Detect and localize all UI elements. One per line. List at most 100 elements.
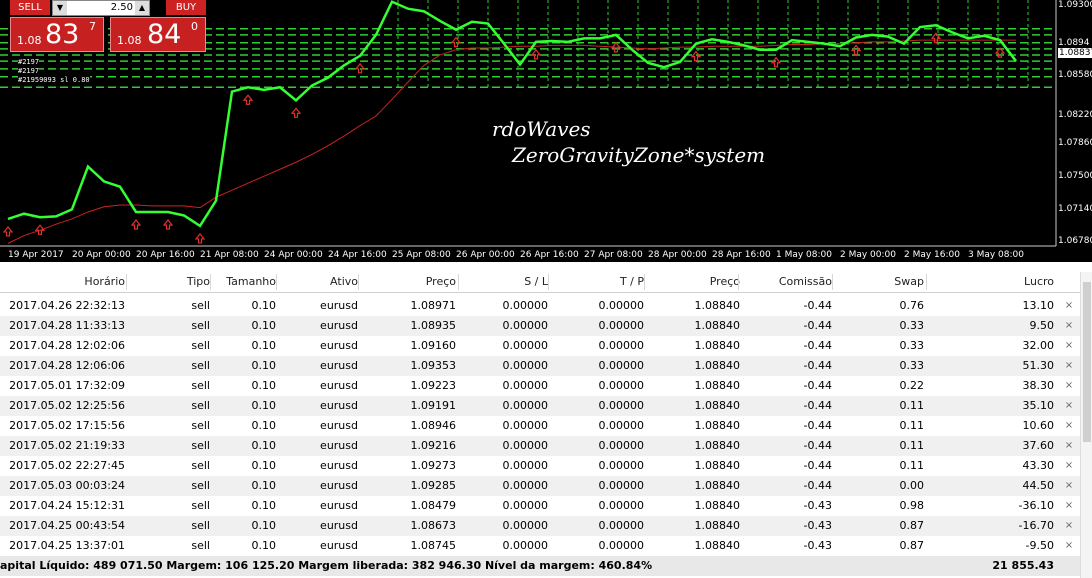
arrow-icon-5: [242, 94, 254, 105]
column-separator[interactable]: [644, 274, 645, 290]
table-row[interactable]: 2017.05.01 17:32:09 sell 0.10 eurusd 1.09223…: [0, 376, 1080, 396]
order-tag-label: #21959093 sl 0.80: [18, 76, 90, 84]
cell-take-profit: 0.00000: [598, 359, 645, 372]
close-order-icon[interactable]: ×: [1063, 476, 1075, 496]
column-header-take-profit[interactable]: T / P: [550, 272, 644, 292]
scrollbar-thumb[interactable]: [1083, 282, 1091, 442]
lot-size-value[interactable]: 2.50: [111, 1, 133, 15]
column-separator[interactable]: [210, 274, 211, 290]
column-header-profit[interactable]: Lucro: [928, 272, 1054, 292]
cell-profit: 35.10: [1022, 399, 1055, 412]
cell-size: 0.10: [251, 399, 277, 412]
column-header-commission[interactable]: Comissão: [740, 272, 832, 292]
table-row[interactable]: 2017.04.24 15:12:31 sell 0.10 eurusd 1.08479…: [0, 496, 1080, 516]
column-separator[interactable]: [358, 274, 359, 290]
time-axis-label: 24 Apr 00:00: [264, 250, 323, 260]
cell-swap: 0.11: [899, 419, 925, 432]
column-header-symbol[interactable]: Ativo: [278, 272, 358, 292]
table-row[interactable]: 2017.04.26 22:32:13 sell 0.10 eurusd 1.08971…: [0, 296, 1080, 316]
lot-size-field[interactable]: ▼ 2.50 ▲: [52, 0, 150, 16]
lot-decrease-icon[interactable]: ▼: [53, 1, 67, 15]
cell-commission: -0.44: [803, 399, 832, 412]
table-row[interactable]: 2017.04.25 00:43:54 sell 0.10 eurusd 1.08673…: [0, 516, 1080, 536]
table-row[interactable]: 2017.05.02 22:27:45 sell 0.10 eurusd 1.09273…: [0, 456, 1080, 476]
cell-size: 0.10: [251, 539, 277, 552]
table-row[interactable]: 2017.04.25 13:37:01 sell 0.10 eurusd 1.08745…: [0, 536, 1080, 556]
column-header-size[interactable]: Tamanho: [212, 272, 276, 292]
cell-profit: -36.10: [1018, 499, 1054, 512]
sell-quote-button[interactable]: 1.08 83 7: [10, 17, 104, 52]
cell-time: 2017.05.02 12:25:56: [9, 399, 125, 412]
cell-symbol: eurusd: [320, 419, 358, 432]
one-click-trading-panel: SELL ▼ 2.50 ▲ BUY 1.08 83 7 1.08 84 0: [10, 0, 206, 52]
cell-type: sell: [191, 379, 210, 392]
cell-time: 2017.04.28 11:33:13: [9, 319, 125, 332]
column-separator[interactable]: [832, 274, 833, 290]
watermark-line1: rdoWaves: [492, 117, 591, 141]
cell-commission: -0.44: [803, 419, 832, 432]
column-separator[interactable]: [276, 274, 277, 290]
price-axis-label: 1.0894: [1058, 38, 1090, 48]
cell-take-profit: 0.00000: [598, 319, 645, 332]
column-header-time[interactable]: Horário: [0, 272, 125, 292]
cell-profit: 9.50: [1029, 319, 1055, 332]
cell-current-price: 1.08840: [694, 299, 741, 312]
buy-button[interactable]: BUY: [166, 0, 206, 15]
cell-take-profit: 0.00000: [598, 339, 645, 352]
close-order-icon[interactable]: ×: [1063, 436, 1075, 456]
close-order-icon[interactable]: ×: [1063, 456, 1075, 476]
column-header-type[interactable]: Tipo: [128, 272, 210, 292]
close-order-icon[interactable]: ×: [1063, 296, 1075, 316]
close-order-icon[interactable]: ×: [1063, 416, 1075, 436]
time-axis-label: 28 Apr 16:00: [712, 250, 771, 260]
time-axis-label: 21 Apr 08:00: [200, 250, 259, 260]
cell-symbol: eurusd: [320, 459, 358, 472]
cell-time: 2017.05.02 17:15:56: [9, 419, 125, 432]
cell-type: sell: [191, 499, 210, 512]
column-header-swap[interactable]: Swap: [834, 272, 924, 292]
table-row[interactable]: 2017.04.28 11:33:13 sell 0.10 eurusd 1.08935…: [0, 316, 1080, 336]
lot-increase-icon[interactable]: ▲: [135, 1, 149, 15]
cell-profit: 10.60: [1022, 419, 1055, 432]
close-order-icon[interactable]: ×: [1063, 316, 1075, 336]
cell-profit: 37.60: [1022, 439, 1055, 452]
cell-symbol: eurusd: [320, 359, 358, 372]
cell-time: 2017.04.25 00:43:54: [9, 519, 125, 532]
close-order-icon[interactable]: ×: [1063, 336, 1075, 356]
sell-button[interactable]: SELL: [10, 0, 50, 15]
close-order-icon[interactable]: ×: [1063, 536, 1075, 556]
cell-type: sell: [191, 459, 210, 472]
close-order-icon[interactable]: ×: [1063, 516, 1075, 536]
cell-commission: -0.43: [803, 499, 832, 512]
column-separator[interactable]: [548, 274, 549, 290]
sell-quote-prefix: 1.08: [17, 34, 42, 47]
table-row[interactable]: 2017.05.02 12:25:56 sell 0.10 eurusd 1.09191…: [0, 396, 1080, 416]
column-header-open-price[interactable]: Preço: [360, 272, 456, 292]
close-order-icon[interactable]: ×: [1063, 376, 1075, 396]
cell-swap: 0.00: [899, 479, 925, 492]
table-row[interactable]: 2017.05.03 00:03:24 sell 0.10 eurusd 1.09285…: [0, 476, 1080, 496]
vertical-scrollbar[interactable]: [1080, 272, 1092, 578]
column-separator[interactable]: [458, 274, 459, 290]
table-row[interactable]: 2017.04.28 12:06:06 sell 0.10 eurusd 1.09353…: [0, 356, 1080, 376]
order-tag-label: #2197: [18, 58, 40, 66]
table-row[interactable]: 2017.05.02 17:15:56 sell 0.10 eurusd 1.08946…: [0, 416, 1080, 436]
cell-symbol: eurusd: [320, 399, 358, 412]
buy-quote-button[interactable]: 1.08 84 0: [110, 17, 206, 52]
column-header-stop-loss[interactable]: S / L: [460, 272, 548, 292]
column-header-current-price[interactable]: Preço: [646, 272, 740, 292]
price-axis-label: 1.07860: [1058, 138, 1092, 148]
price-chart[interactable]: rdoWaves ZeroGravityZone*system 1.09300 1…: [0, 0, 1092, 262]
cell-swap: 0.11: [899, 439, 925, 452]
close-order-icon[interactable]: ×: [1063, 396, 1075, 416]
table-row[interactable]: 2017.05.02 21:19:33 sell 0.10 eurusd 1.09216…: [0, 436, 1080, 456]
close-order-icon[interactable]: ×: [1063, 496, 1075, 516]
arrow-icon-12: [770, 56, 782, 68]
close-order-icon[interactable]: ×: [1063, 356, 1075, 376]
column-separator[interactable]: [738, 274, 739, 290]
table-row[interactable]: 2017.04.28 12:02:06 sell 0.10 eurusd 1.09160…: [0, 336, 1080, 356]
column-separator[interactable]: [926, 274, 927, 290]
table-header-row[interactable]: Horário Tipo Tamanho Ativo Preço S / LT / P Pr…: [0, 272, 1080, 293]
cell-current-price: 1.08840: [694, 519, 741, 532]
column-separator[interactable]: [126, 274, 127, 290]
